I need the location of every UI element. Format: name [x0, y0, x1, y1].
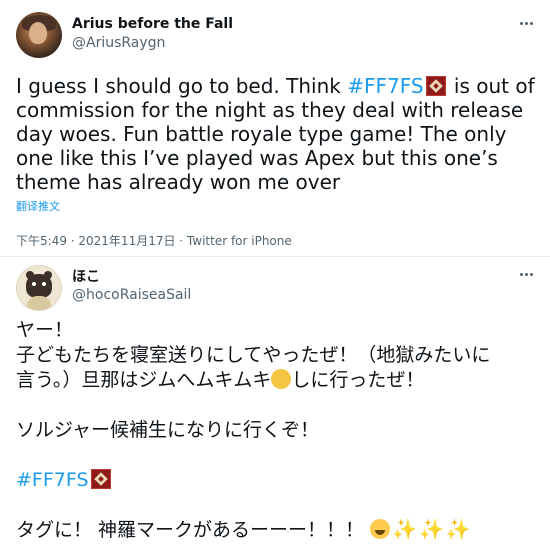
avatar[interactable] — [16, 12, 62, 58]
tweet-line: ソルジャー候補生になりに行くぞ！ — [16, 419, 320, 441]
tweet-line: 子どもたちを寝室送りにしてやったぜ！（地獄みたいに — [16, 344, 491, 366]
translate-tweet-link[interactable]: 翻译推文 — [16, 200, 60, 214]
tweet-timestamp[interactable]: 下午5:49 · 2021年11月17日 · Twitter for iPhon… — [16, 233, 292, 249]
avatar-body — [27, 296, 51, 310]
user-handle[interactable]: @hocoRaiseaSail — [72, 286, 191, 304]
more-options-button[interactable] — [515, 12, 537, 34]
tweet-1[interactable]: Arius before the Fall @AriusRaygn I gues… — [0, 0, 550, 256]
hashtag-link[interactable]: #FF7FS — [347, 74, 423, 98]
tweet-line: ヤー！ — [16, 319, 74, 341]
tweet-text-part: しに行ったぜ！ — [291, 369, 425, 391]
avatar-eye — [42, 282, 46, 286]
avatar[interactable] — [16, 265, 62, 311]
avatar-face — [29, 22, 47, 44]
ff7-shinra-emblem-icon — [90, 469, 111, 489]
more-horizontal-icon — [519, 272, 533, 276]
tweet-text: I guess I should go to bed. Think #FF7FS… — [16, 74, 536, 194]
tweet-line: #FF7FS — [16, 468, 536, 493]
display-name[interactable]: Arius before the Fall — [72, 15, 233, 33]
more-options-button[interactable] — [515, 263, 537, 285]
sparkles-emoji: ✨ — [418, 517, 444, 541]
more-horizontal-icon — [519, 21, 533, 25]
avatar-head — [26, 274, 52, 298]
loudly-crying-face-emoji — [370, 519, 391, 539]
tweet-line: 言う。）旦那はジムへムキムキ しに行ったぜ！ — [16, 368, 536, 393]
flexed-biceps-emoji — [271, 369, 292, 389]
ff7-shinra-emblem-icon — [425, 76, 446, 96]
hashtag-link[interactable]: #FF7FS — [16, 469, 89, 491]
tweet-text-part: 言う。）旦那はジムへムキムキ — [16, 369, 272, 391]
avatar-eye — [32, 282, 36, 286]
tweet-line: タグに！ 神羅マークがあるーーー！！！ ✨ ✨ ✨ — [16, 518, 536, 543]
sparkles-emoji: ✨ — [445, 517, 471, 541]
tweet-text-part: I guess I should go to bed. Think — [16, 74, 348, 98]
sparkles-emoji: ✨ — [392, 517, 417, 541]
tweet-text-part: タグに！ 神羅マークがあるーーー！！！ — [16, 519, 365, 541]
user-handle[interactable]: @AriusRaygn — [72, 34, 165, 52]
tweet-text: ヤー！ 子どもたちを寝室送りにしてやったぜ！（地獄みたいに 言う。）旦那はジムへ… — [16, 318, 536, 543]
display-name[interactable]: ほこ — [72, 268, 100, 286]
